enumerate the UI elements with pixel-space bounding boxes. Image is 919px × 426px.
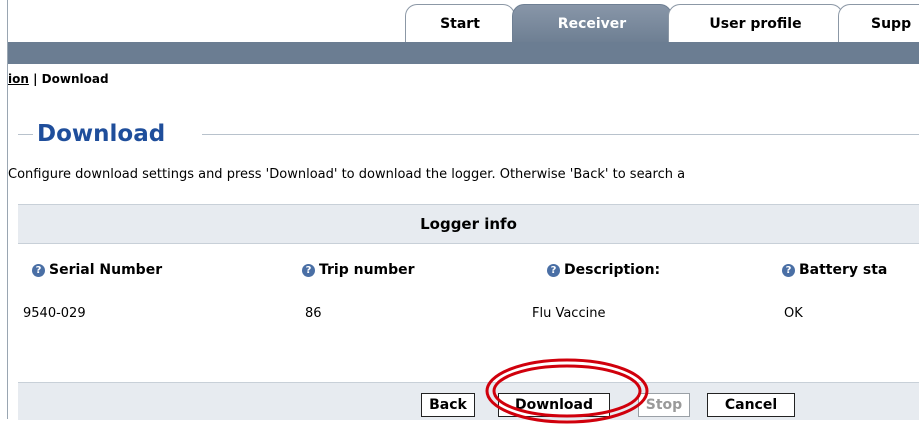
breadcrumb-separator: | bbox=[28, 72, 42, 86]
logger-info-table: ? Serial Number ? Trip number ? Descript… bbox=[18, 244, 919, 344]
help-icon[interactable]: ? bbox=[302, 263, 315, 277]
help-icon[interactable]: ? bbox=[547, 263, 560, 277]
column-header-battery-status: ? Battery sta bbox=[782, 262, 887, 278]
column-header-serial-number: ? Serial Number bbox=[32, 262, 162, 278]
tab-user-profile[interactable]: User profile bbox=[668, 4, 843, 42]
stop-button: Stop bbox=[638, 393, 690, 417]
column-header-trip-number: ? Trip number bbox=[302, 262, 415, 278]
help-icon[interactable]: ? bbox=[32, 263, 45, 277]
page-title: Download bbox=[37, 121, 166, 147]
column-label: Serial Number bbox=[49, 262, 163, 278]
back-button[interactable]: Back bbox=[421, 393, 475, 417]
download-button[interactable]: Download bbox=[498, 393, 610, 417]
column-label: Battery sta bbox=[799, 262, 888, 278]
tab-receiver[interactable]: Receiver bbox=[512, 4, 672, 42]
cancel-button[interactable]: Cancel bbox=[707, 393, 795, 417]
breadcrumb: ion | Download bbox=[8, 72, 109, 86]
button-bar: Back Download Stop Cancel bbox=[18, 382, 919, 420]
section-divider-left bbox=[18, 134, 33, 135]
tab-start[interactable]: Start bbox=[405, 4, 515, 42]
logger-info-header: Logger info bbox=[18, 204, 919, 244]
tab-bar: Start Receiver User profile Supp bbox=[0, 0, 919, 43]
instructions-text: Configure download settings and press 'D… bbox=[8, 167, 686, 182]
column-header-description: ? Description: bbox=[547, 262, 660, 278]
serial-number-value: 9540-029 bbox=[23, 306, 86, 321]
trip-number-value: 86 bbox=[305, 306, 322, 321]
breadcrumb-link[interactable]: ion bbox=[8, 72, 29, 86]
description-value: Flu Vaccine bbox=[532, 306, 606, 321]
section-divider-right bbox=[202, 134, 919, 135]
column-label: Trip number bbox=[319, 262, 415, 278]
header-bar bbox=[8, 42, 919, 64]
help-icon[interactable]: ? bbox=[782, 263, 795, 277]
breadcrumb-current: Download bbox=[41, 72, 109, 86]
tab-support[interactable]: Supp bbox=[838, 4, 919, 42]
battery-status-value: OK bbox=[784, 306, 803, 321]
column-label: Description: bbox=[564, 262, 661, 278]
